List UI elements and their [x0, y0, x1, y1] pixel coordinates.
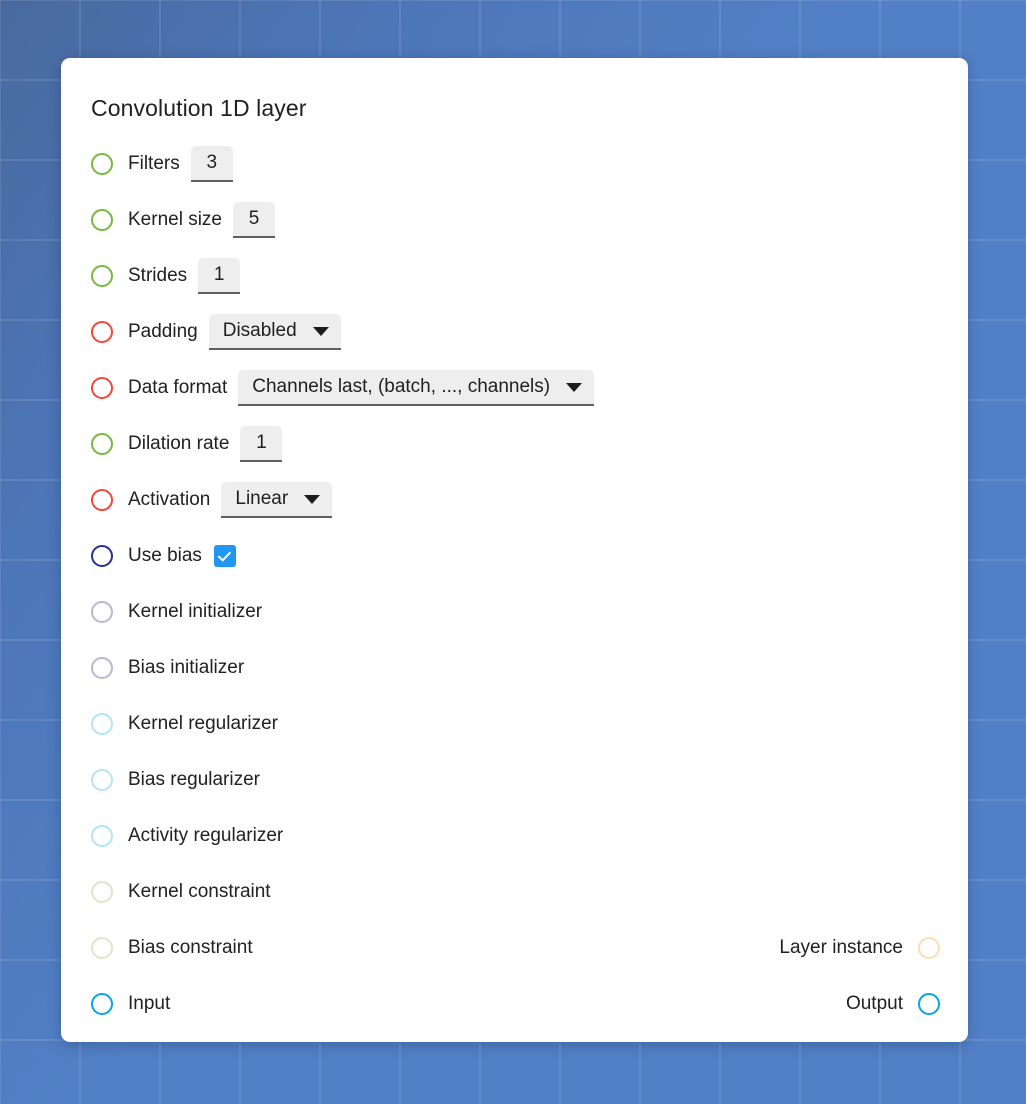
property-label-kernel-constraint: Kernel constraint [128, 881, 271, 902]
port-circle-use-bias[interactable] [91, 545, 113, 567]
port-circle-input[interactable] [91, 993, 113, 1015]
port-circle-kernel-size[interactable] [91, 209, 113, 231]
select-value-activation: Linear [235, 488, 289, 509]
port-circle-strides[interactable] [91, 265, 113, 287]
property-label-padding: Padding [128, 321, 198, 342]
select-activation[interactable]: Linear [221, 482, 333, 518]
page-title: Convolution 1D layer [91, 95, 307, 121]
port-circle-dilation-rate[interactable] [91, 433, 113, 455]
port-circle-filters[interactable] [91, 153, 113, 175]
select-value-padding: Disabled [222, 320, 297, 341]
property-label-kernel-size: Kernel size [128, 209, 222, 230]
property-row-strides: Strides 1 [91, 248, 940, 304]
property-row-bias-constraint: Bias constraint Layer instance [91, 920, 940, 976]
property-row-data-format: Data format Channels last, (batch, ..., c… [91, 360, 940, 416]
property-label-bias-regularizer: Bias regularizer [128, 769, 260, 790]
port-circle-output[interactable] [918, 993, 940, 1015]
number-input-kernel-size[interactable]: 5 [233, 202, 275, 238]
select-data-format[interactable]: Channels last, (batch, ..., channels) [238, 370, 595, 406]
property-row-activity-regularizer: Activity regularizer [91, 808, 940, 864]
output-group-layer-instance: Layer instance [779, 937, 940, 959]
property-row-kernel-size: Kernel size 5 [91, 192, 940, 248]
port-circle-kernel-regularizer[interactable] [91, 713, 113, 735]
select-value-data-format: Channels last, (batch, ..., channels) [252, 376, 551, 397]
number-input-dilation-rate[interactable]: 1 [240, 426, 283, 462]
number-input-strides[interactable]: 1 [198, 258, 241, 294]
property-row-filters: Filters 3 [91, 136, 940, 192]
property-row-kernel-initializer: Kernel initializer [91, 584, 940, 640]
property-label-activation: Activation [128, 489, 211, 510]
property-label-bias-initializer: Bias initializer [128, 657, 245, 678]
select-padding[interactable]: Disabled [208, 314, 341, 350]
property-row-padding: Padding Disabled [91, 304, 940, 360]
property-row-bias-initializer: Bias initializer [91, 640, 940, 696]
port-circle-bias-constraint[interactable] [91, 937, 113, 959]
property-label-kernel-regularizer: Kernel regularizer [128, 713, 278, 734]
property-row-bias-regularizer: Bias regularizer [91, 752, 940, 808]
checkbox-use-bias[interactable] [213, 545, 236, 567]
port-circle-activation[interactable] [91, 489, 113, 511]
property-label-filters: Filters [128, 153, 180, 174]
port-circle-padding[interactable] [91, 321, 113, 343]
property-label-bias-constraint: Bias constraint [128, 937, 253, 958]
check-icon [218, 550, 232, 562]
port-circle-kernel-initializer[interactable] [91, 601, 113, 623]
port-circle-layer-instance[interactable] [918, 937, 940, 959]
output-label-output: Output [845, 993, 903, 1014]
port-circle-bias-regularizer[interactable] [91, 769, 113, 791]
chevron-down-icon [566, 382, 583, 392]
number-input-filters[interactable]: 3 [190, 146, 233, 182]
property-row-use-bias: Use bias [91, 528, 940, 584]
output-group-output: Output [846, 993, 940, 1015]
port-circle-bias-initializer[interactable] [91, 657, 113, 679]
port-circle-kernel-constraint[interactable] [91, 881, 113, 903]
property-label-use-bias: Use bias [128, 545, 202, 566]
property-row-list: Filters 3 Kernel size 5 Strides 1 Padding Disab… [91, 136, 940, 1032]
property-label-kernel-initializer: Kernel initializer [128, 601, 263, 622]
property-row-kernel-constraint: Kernel constraint [91, 864, 940, 920]
chevron-down-icon [312, 326, 329, 336]
chevron-down-icon [304, 494, 321, 504]
property-label-strides: Strides [128, 265, 188, 286]
output-label-layer-instance: Layer instance [779, 937, 903, 958]
property-label-activity-regularizer: Activity regularizer [128, 825, 284, 846]
property-row-input: Input Output [91, 976, 940, 1032]
port-circle-activity-regularizer[interactable] [91, 825, 113, 847]
property-row-dilation-rate: Dilation rate 1 [91, 416, 940, 472]
port-circle-data-format[interactable] [91, 377, 113, 399]
layer-properties-card: Convolution 1D layer Filters 3 Kernel size… [61, 58, 968, 1042]
property-row-kernel-regularizer: Kernel regularizer [91, 696, 940, 752]
property-label-input: Input [128, 993, 171, 1014]
property-label-data-format: Data format [128, 377, 228, 398]
property-row-activation: Activation Linear [91, 472, 940, 528]
property-label-dilation-rate: Dilation rate [128, 433, 230, 454]
